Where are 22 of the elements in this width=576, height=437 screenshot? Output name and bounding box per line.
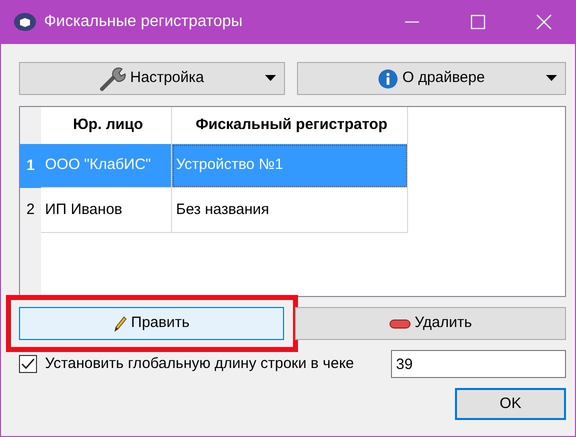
app-icon <box>14 13 36 31</box>
pencil-icon <box>113 314 128 332</box>
dropdown-button[interactable]: О драйвере <box>297 62 566 95</box>
ok-button[interactable]: OK <box>455 388 566 420</box>
table-cell: Устройство №1 <box>172 144 408 188</box>
input-field[interactable]: 39 <box>391 350 566 378</box>
wrench-icon <box>100 66 126 90</box>
maximize-icon <box>470 14 486 30</box>
minimize-icon <box>404 21 420 23</box>
row-header-strip <box>20 233 41 296</box>
delete-button[interactable]: Удалить <box>294 307 566 340</box>
checkbox-label: Установить глобальную длину строки в чеке <box>45 354 354 374</box>
window-title: Фискальные регистраторы <box>44 12 242 32</box>
edit-button[interactable]: Править <box>19 307 284 340</box>
dropdown-button[interactable]: Настройка <box>19 62 286 95</box>
minus-icon <box>388 318 411 328</box>
row-header[interactable]: 2 <box>20 188 41 233</box>
table-cell: ООО "КлабИС" <box>41 144 172 188</box>
checkbox[interactable] <box>19 355 37 373</box>
info-icon <box>378 68 398 88</box>
header-corner <box>20 107 41 144</box>
close-icon <box>536 14 552 30</box>
